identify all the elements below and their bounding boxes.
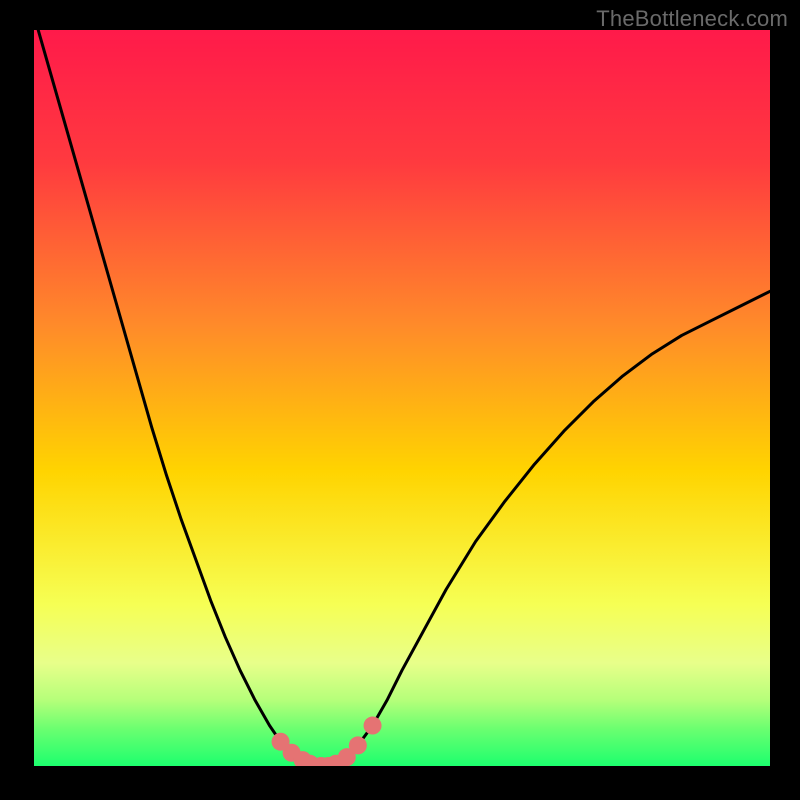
watermark-text: TheBottleneck.com	[596, 6, 788, 32]
chart-stage: TheBottleneck.com	[0, 0, 800, 800]
data-marker	[364, 717, 382, 735]
chart-svg	[34, 30, 770, 766]
plot-area	[34, 30, 770, 766]
data-marker	[349, 736, 367, 754]
